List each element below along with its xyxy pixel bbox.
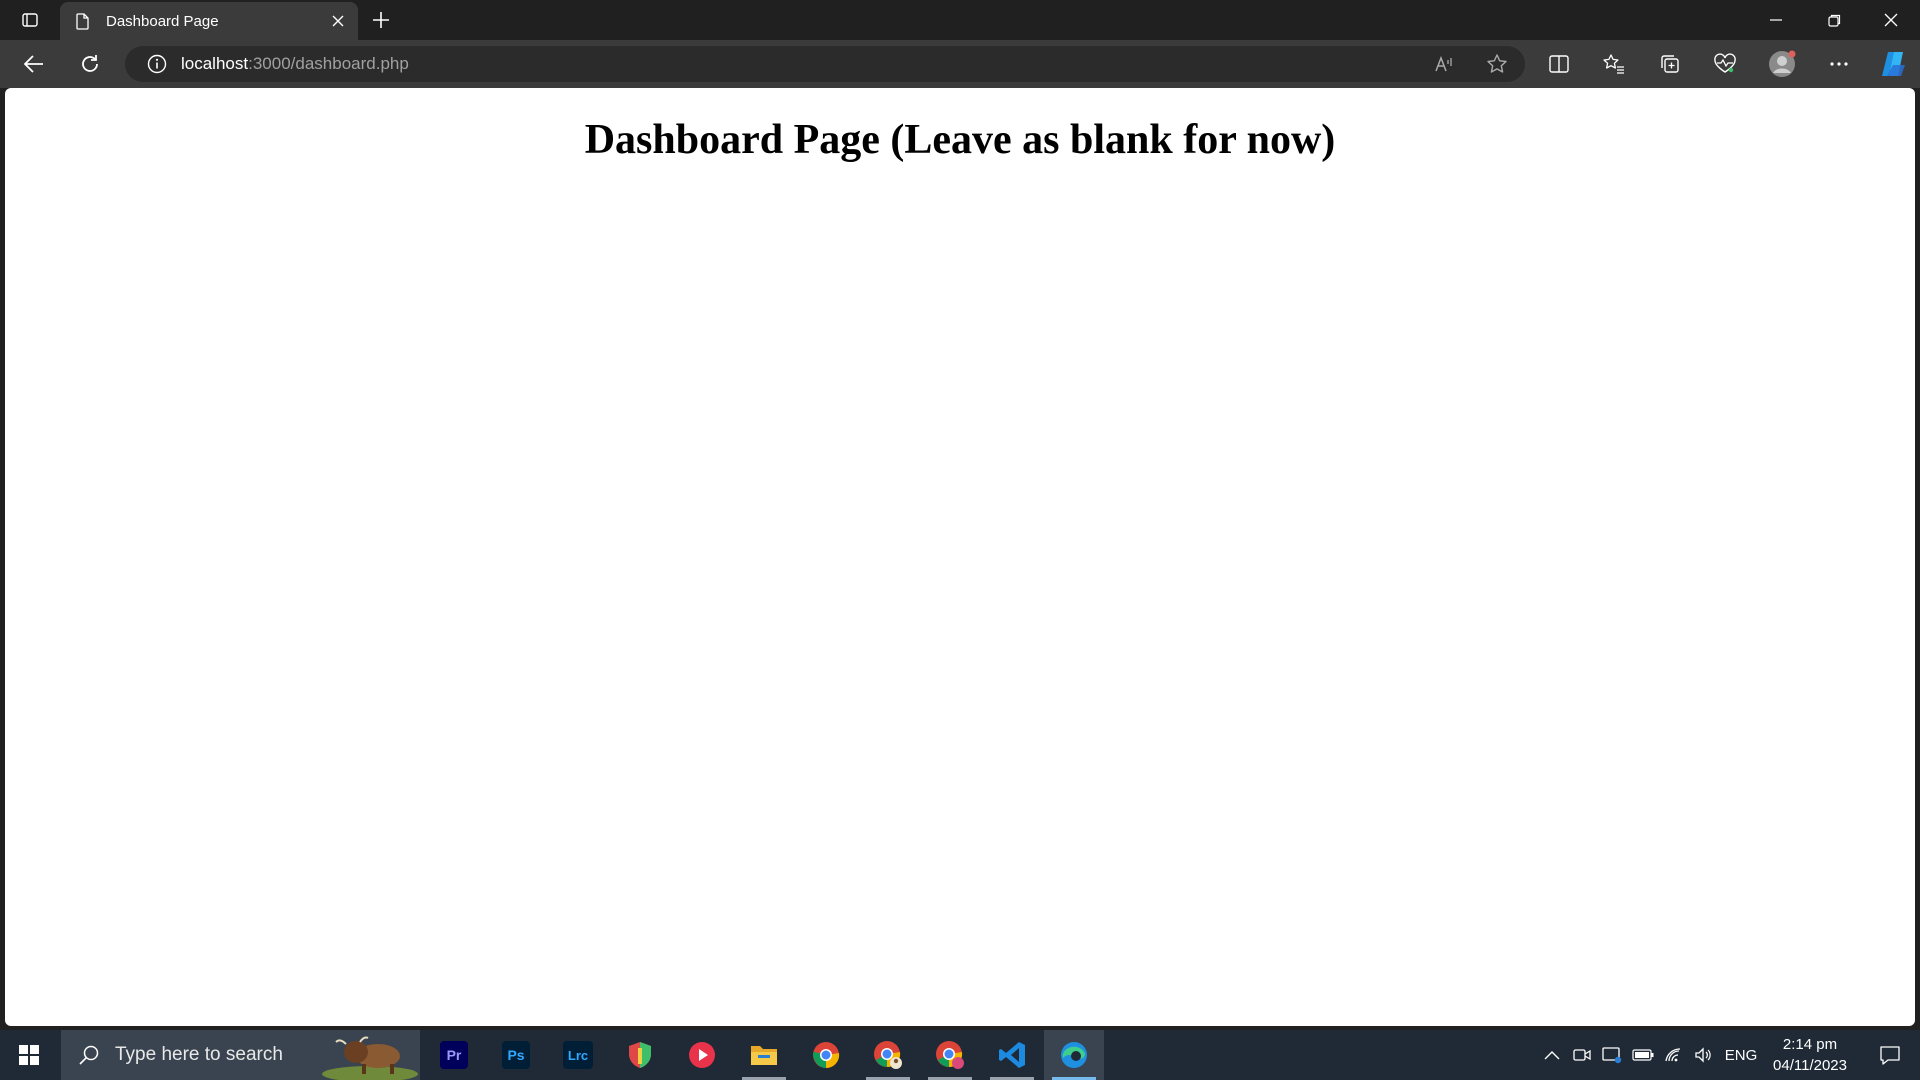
minimize-icon — [1770, 19, 1782, 21]
url-path: :3000/dashboard.php — [248, 54, 409, 73]
network-tray[interactable] — [1660, 1030, 1688, 1080]
taskbar-app-vscode[interactable] — [982, 1030, 1042, 1080]
read-aloud-button[interactable] — [1425, 48, 1465, 80]
close-icon — [1884, 13, 1898, 27]
page-viewport: Dashboard Page (Leave as blank for now) — [5, 88, 1915, 1026]
chevron-up-icon — [1544, 1051, 1560, 1060]
input-language-button[interactable]: ENG — [1722, 1030, 1760, 1080]
browser-tab-bar: Dashboard Page — [0, 0, 1920, 40]
favorites-list-icon — [1603, 54, 1624, 74]
active-tab[interactable]: Dashboard Page — [60, 2, 358, 40]
split-screen-button[interactable] — [1539, 46, 1579, 82]
read-aloud-icon — [1435, 55, 1452, 72]
volume-tray[interactable] — [1690, 1030, 1718, 1080]
taskbar-app-lightroom[interactable]: Lrc — [548, 1030, 608, 1080]
taskbar-app-vpn[interactable] — [610, 1030, 670, 1080]
address-bar[interactable]: localhost:3000/dashboard.php — [125, 46, 1525, 82]
search-placeholder: Type here to search — [115, 1044, 283, 1065]
taskbar-search-box[interactable]: Type here to search — [61, 1030, 420, 1080]
browser-essentials-button[interactable] — [1705, 46, 1745, 82]
page-title: Dashboard Page (Leave as blank for now) — [584, 117, 1336, 163]
window-close-button[interactable] — [1862, 0, 1920, 40]
shield-icon — [629, 1042, 651, 1068]
split-screen-icon — [1549, 55, 1569, 73]
collections-button[interactable] — [1650, 46, 1690, 82]
taskbar-app-chrome-profile-2[interactable] — [920, 1030, 980, 1080]
edge-icon — [1061, 1042, 1087, 1068]
taskbar-app-premiere[interactable]: Pr — [424, 1030, 484, 1080]
taskbar-app-chrome-profile-1[interactable] — [858, 1030, 918, 1080]
restore-icon — [1827, 14, 1840, 27]
premiere-label: Pr — [447, 1047, 462, 1063]
clock-date: 04/11/2023 — [1773, 1057, 1847, 1074]
language-label: ENG — [1724, 1046, 1758, 1064]
battery-icon — [1632, 1049, 1654, 1061]
show-hidden-icons-button[interactable] — [1538, 1030, 1566, 1080]
play-icon — [689, 1042, 715, 1068]
favorite-button[interactable] — [1477, 48, 1517, 80]
meet-now-tray[interactable] — [1568, 1030, 1596, 1080]
tab-actions-button[interactable] — [12, 6, 48, 34]
url-text: localhost:3000/dashboard.php — [181, 54, 409, 74]
chrome-icon — [813, 1042, 840, 1069]
copilot-icon — [1882, 52, 1905, 76]
page-icon — [74, 12, 92, 30]
folder-icon — [751, 1046, 777, 1065]
battery-tray[interactable] — [1628, 1030, 1658, 1080]
tab-title: Dashboard Page — [106, 12, 219, 30]
plus-icon — [373, 12, 389, 28]
lightroom-label: Lrc — [568, 1048, 588, 1063]
clock-time: 2:14 pm — [1782, 1036, 1838, 1053]
tab-actions-icon — [22, 13, 38, 27]
taskbar-app-photoshop[interactable]: Ps — [486, 1030, 546, 1080]
start-button[interactable] — [0, 1030, 58, 1080]
new-tab-button[interactable] — [366, 6, 396, 34]
windows-taskbar: Type here to search Pr Ps Lrc ENG 2:14 p… — [0, 1030, 1920, 1080]
photoshop-icon: Ps — [502, 1041, 530, 1069]
more-icon — [1830, 62, 1848, 66]
vscode-icon — [999, 1042, 1025, 1068]
monitor-check-icon — [1602, 1047, 1622, 1064]
taskbar-app-edge[interactable] — [1044, 1030, 1104, 1080]
video-camera-icon — [1573, 1049, 1591, 1061]
favorites-button[interactable] — [1594, 46, 1634, 82]
search-icon — [77, 1044, 101, 1066]
restore-button[interactable] — [1805, 0, 1863, 40]
photoshop-label: Ps — [507, 1047, 524, 1063]
tab-close-button[interactable] — [324, 7, 352, 35]
taskbar-app-chrome[interactable] — [796, 1030, 856, 1080]
speaker-icon — [1695, 1047, 1711, 1063]
back-arrow-icon — [23, 55, 43, 73]
wifi-icon — [1665, 1048, 1681, 1062]
avatar — [1769, 50, 1796, 77]
copilot-button[interactable] — [1874, 46, 1914, 82]
site-info-icon[interactable] — [137, 54, 177, 74]
security-tray[interactable] — [1598, 1030, 1626, 1080]
more-options-button[interactable] — [1819, 46, 1859, 82]
windows-logo-icon — [19, 1045, 39, 1065]
profile-button[interactable] — [1762, 46, 1802, 82]
lightroom-classic-icon: Lrc — [563, 1041, 593, 1069]
clock-button[interactable]: 2:14 pm 04/11/2023 — [1762, 1034, 1858, 1076]
chrome-icon — [874, 1041, 902, 1069]
star-icon — [1487, 54, 1507, 73]
collections-icon — [1661, 55, 1679, 73]
refresh-icon — [82, 55, 98, 72]
url-host: localhost — [181, 54, 249, 73]
notification-icon — [1880, 1046, 1900, 1065]
close-icon — [332, 15, 344, 27]
back-button[interactable] — [14, 46, 54, 82]
minimize-button[interactable] — [1747, 0, 1805, 40]
browser-toolbar: localhost:3000/dashboard.php — [0, 40, 1920, 88]
chrome-icon — [936, 1041, 964, 1069]
taskbar-app-media-player[interactable] — [672, 1030, 732, 1080]
taskbar-app-file-explorer[interactable] — [734, 1030, 794, 1080]
premiere-pro-icon: Pr — [440, 1041, 468, 1069]
notifications-button[interactable] — [1862, 1030, 1918, 1080]
heart-pulse-icon — [1714, 53, 1736, 73]
refresh-button[interactable] — [70, 46, 110, 82]
bison-illustration-icon — [322, 1036, 418, 1080]
